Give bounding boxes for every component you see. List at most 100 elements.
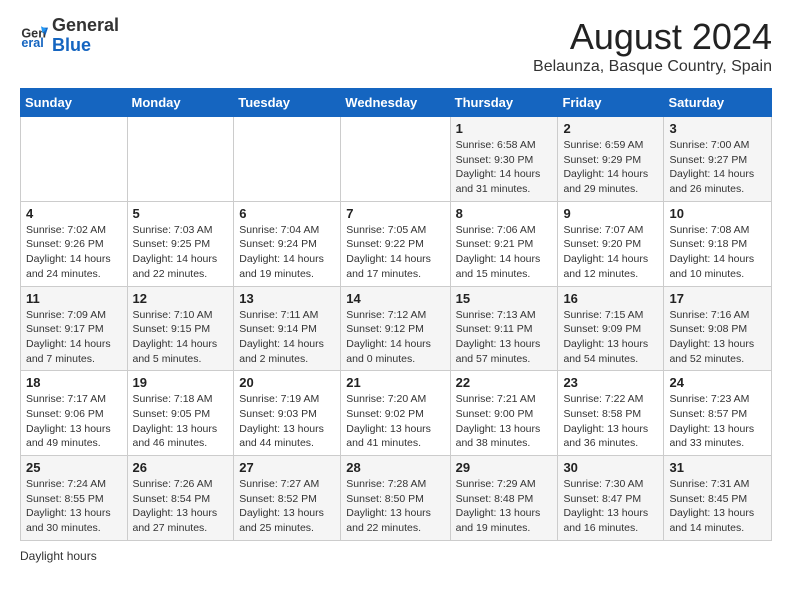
calendar-day-cell: 16 Sunrise: 7:15 AMSunset: 9:09 PMDayligh… [558, 286, 664, 371]
day-info: Sunrise: 7:28 AMSunset: 8:50 PMDaylight:… [346, 477, 444, 536]
calendar-day-cell: 27 Sunrise: 7:27 AMSunset: 8:52 PMDayligh… [234, 456, 341, 541]
day-number: 13 [239, 291, 335, 306]
day-info: Sunrise: 7:09 AMSunset: 9:17 PMDaylight:… [26, 308, 122, 367]
calendar-day-cell: 2Sunrise: 6:59 AMSunset: 9:29 PMDaylight… [558, 117, 664, 202]
calendar-day-cell: 30 Sunrise: 7:30 AMSunset: 8:47 PMDayligh… [558, 456, 664, 541]
day-info: Sunrise: 7:21 AMSunset: 9:00 PMDaylight:… [456, 392, 553, 451]
calendar-day-cell: 6 Sunrise: 7:04 AMSunset: 9:24 PMDaylight… [234, 201, 341, 286]
calendar-day-cell: 18Sunrise: 7:17 AMSunset: 9:06 PMDayligh… [21, 371, 128, 456]
calendar-week-row: 1Sunrise: 6:58 AMSunset: 9:30 PMDaylight… [21, 117, 772, 202]
svg-text:eral: eral [21, 36, 43, 50]
day-number: 31 [669, 460, 766, 475]
location-title: Belaunza, Basque Country, Spain [533, 58, 772, 76]
calendar-header-cell: Sunday [21, 89, 128, 117]
calendar-day-cell: 22 Sunrise: 7:21 AMSunset: 9:00 PMDayligh… [450, 371, 558, 456]
day-info: Sunrise: 6:58 AMSunset: 9:30 PMDaylight:… [456, 138, 553, 197]
day-info: Sunrise: 7:05 AMSunset: 9:22 PMDaylight:… [346, 223, 444, 282]
day-number: 11 [26, 291, 122, 306]
logo: Gen eral General Blue [20, 16, 119, 56]
day-info: Sunrise: 7:07 AMSunset: 9:20 PMDaylight:… [563, 223, 658, 282]
day-number: 21 [346, 375, 444, 390]
day-number: 4 [26, 206, 122, 221]
title-area: August 2024 Belaunza, Basque Country, Sp… [533, 16, 772, 76]
calendar-day-cell: 14 Sunrise: 7:12 AMSunset: 9:12 PMDayligh… [341, 286, 450, 371]
day-number: 20 [239, 375, 335, 390]
calendar-header-cell: Saturday [664, 89, 772, 117]
calendar-header-cell: Friday [558, 89, 664, 117]
day-info: Sunrise: 7:11 AMSunset: 9:14 PMDaylight:… [239, 308, 335, 367]
day-number: 30 [563, 460, 658, 475]
day-info: Sunrise: 7:19 AMSunset: 9:03 PMDaylight:… [239, 392, 335, 451]
day-number: 5 [133, 206, 229, 221]
day-number: 17 [669, 291, 766, 306]
day-info: Sunrise: 7:29 AMSunset: 8:48 PMDaylight:… [456, 477, 553, 536]
day-number: 24 [669, 375, 766, 390]
day-number: 26 [133, 460, 229, 475]
day-info: Sunrise: 7:17 AMSunset: 9:06 PMDaylight:… [26, 392, 122, 451]
day-number: 10 [669, 206, 766, 221]
day-info: Sunrise: 7:20 AMSunset: 9:02 PMDaylight:… [346, 392, 444, 451]
day-info: Sunrise: 6:59 AMSunset: 9:29 PMDaylight:… [563, 138, 658, 197]
calendar-day-cell [341, 117, 450, 202]
day-info: Sunrise: 7:30 AMSunset: 8:47 PMDaylight:… [563, 477, 658, 536]
month-title: August 2024 [533, 16, 772, 58]
day-info: Sunrise: 7:10 AMSunset: 9:15 PMDaylight:… [133, 308, 229, 367]
calendar-day-cell: 12 Sunrise: 7:10 AMSunset: 9:15 PMDayligh… [127, 286, 234, 371]
calendar-day-cell: 29 Sunrise: 7:29 AMSunset: 8:48 PMDayligh… [450, 456, 558, 541]
day-number: 23 [563, 375, 658, 390]
day-number: 8 [456, 206, 553, 221]
calendar-header-row: SundayMondayTuesdayWednesdayThursdayFrid… [21, 89, 772, 117]
calendar-day-cell: 11 Sunrise: 7:09 AMSunset: 9:17 PMDayligh… [21, 286, 128, 371]
day-info: Sunrise: 7:16 AMSunset: 9:08 PMDaylight:… [669, 308, 766, 367]
day-number: 7 [346, 206, 444, 221]
calendar-day-cell: 19 Sunrise: 7:18 AMSunset: 9:05 PMDayligh… [127, 371, 234, 456]
day-number: 6 [239, 206, 335, 221]
footer-note: Daylight hours [20, 549, 772, 563]
calendar-week-row: 11 Sunrise: 7:09 AMSunset: 9:17 PMDayligh… [21, 286, 772, 371]
day-number: 14 [346, 291, 444, 306]
calendar-header-cell: Thursday [450, 89, 558, 117]
day-number: 27 [239, 460, 335, 475]
day-info: Sunrise: 7:24 AMSunset: 8:55 PMDaylight:… [26, 477, 122, 536]
calendar-day-cell: 3 Sunrise: 7:00 AMSunset: 9:27 PMDaylight… [664, 117, 772, 202]
calendar-week-row: 4Sunrise: 7:02 AMSunset: 9:26 PMDaylight… [21, 201, 772, 286]
day-number: 16 [563, 291, 658, 306]
day-info: Sunrise: 7:12 AMSunset: 9:12 PMDaylight:… [346, 308, 444, 367]
calendar-day-cell: 26 Sunrise: 7:26 AMSunset: 8:54 PMDayligh… [127, 456, 234, 541]
calendar-table: SundayMondayTuesdayWednesdayThursdayFrid… [20, 88, 772, 541]
day-number: 12 [133, 291, 229, 306]
day-info: Sunrise: 7:04 AMSunset: 9:24 PMDaylight:… [239, 223, 335, 282]
calendar-day-cell: 25 Sunrise: 7:24 AMSunset: 8:55 PMDayligh… [21, 456, 128, 541]
day-number: 28 [346, 460, 444, 475]
day-info: Sunrise: 7:27 AMSunset: 8:52 PMDaylight:… [239, 477, 335, 536]
day-info: Sunrise: 7:08 AMSunset: 9:18 PMDaylight:… [669, 223, 766, 282]
calendar-day-cell: 15 Sunrise: 7:13 AMSunset: 9:11 PMDayligh… [450, 286, 558, 371]
day-number: 29 [456, 460, 553, 475]
day-info: Sunrise: 7:13 AMSunset: 9:11 PMDaylight:… [456, 308, 553, 367]
day-info: Sunrise: 7:00 AMSunset: 9:27 PMDaylight:… [669, 138, 766, 197]
day-info: Sunrise: 7:03 AMSunset: 9:25 PMDaylight:… [133, 223, 229, 282]
header: Gen eral General Blue August 2024 Belaun… [20, 16, 772, 76]
calendar-header: SundayMondayTuesdayWednesdayThursdayFrid… [21, 89, 772, 117]
calendar-day-cell: 23Sunrise: 7:22 AMSunset: 8:58 PMDayligh… [558, 371, 664, 456]
day-number: 19 [133, 375, 229, 390]
day-info: Sunrise: 7:15 AMSunset: 9:09 PMDaylight:… [563, 308, 658, 367]
calendar-day-cell: 28 Sunrise: 7:28 AMSunset: 8:50 PMDayligh… [341, 456, 450, 541]
calendar-day-cell: 5 Sunrise: 7:03 AMSunset: 9:25 PMDaylight… [127, 201, 234, 286]
calendar-day-cell: 20 Sunrise: 7:19 AMSunset: 9:03 PMDayligh… [234, 371, 341, 456]
day-info: Sunrise: 7:26 AMSunset: 8:54 PMDaylight:… [133, 477, 229, 536]
day-info: Sunrise: 7:06 AMSunset: 9:21 PMDaylight:… [456, 223, 553, 282]
day-info: Sunrise: 7:18 AMSunset: 9:05 PMDaylight:… [133, 392, 229, 451]
calendar-week-row: 18Sunrise: 7:17 AMSunset: 9:06 PMDayligh… [21, 371, 772, 456]
logo-icon: Gen eral [20, 22, 48, 50]
day-number: 22 [456, 375, 553, 390]
calendar-day-cell [127, 117, 234, 202]
day-number: 3 [669, 121, 766, 136]
day-number: 25 [26, 460, 122, 475]
calendar-day-cell: 7 Sunrise: 7:05 AMSunset: 9:22 PMDaylight… [341, 201, 450, 286]
day-number: 15 [456, 291, 553, 306]
calendar-header-cell: Monday [127, 89, 234, 117]
logo-blue-text: Blue [52, 35, 91, 55]
calendar-day-cell: 31Sunrise: 7:31 AMSunset: 8:45 PMDayligh… [664, 456, 772, 541]
calendar-day-cell: 9Sunrise: 7:07 AMSunset: 9:20 PMDaylight… [558, 201, 664, 286]
